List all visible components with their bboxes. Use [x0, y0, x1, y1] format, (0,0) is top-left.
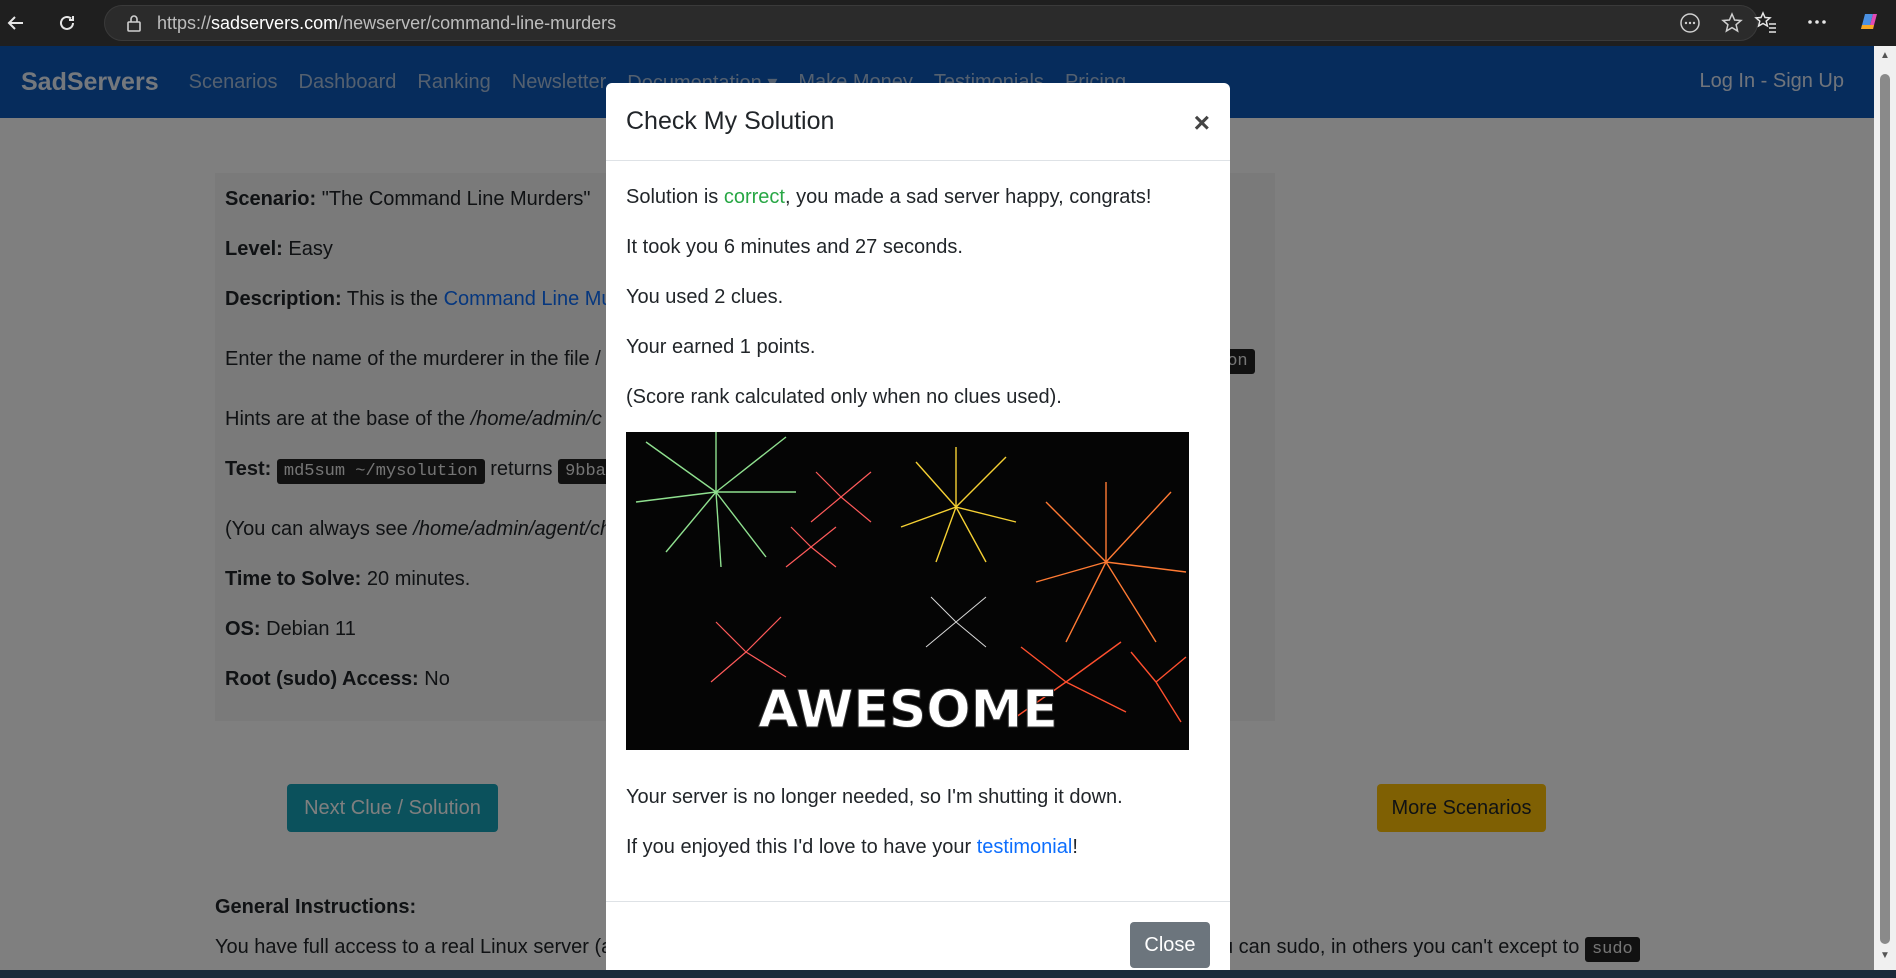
copilot-icon[interactable]	[1856, 9, 1882, 40]
menu-dots-icon[interactable]	[1806, 11, 1828, 38]
modal-footer: Close	[606, 901, 1230, 978]
check-solution-modal: Check My Solution × Solution is correct,…	[606, 83, 1230, 978]
taskbar-strip	[0, 970, 1896, 978]
modal-title: Check My Solution	[626, 107, 835, 135]
url-text: https://sadservers.com/newserver/command…	[157, 12, 617, 33]
scroll-down-icon[interactable]: ▼	[1879, 950, 1891, 962]
star-icon[interactable]	[1721, 12, 1743, 39]
back-icon[interactable]	[2, 9, 30, 37]
fireworks-graphic: AWESOME	[626, 432, 1189, 750]
time-taken-line: It took you 6 minutes and 27 seconds.	[626, 236, 963, 258]
close-icon[interactable]: ×	[1194, 107, 1210, 139]
score-note-line: (Score rank calculated only when no clue…	[626, 386, 1062, 408]
modal-header: Check My Solution ×	[606, 83, 1230, 161]
address-bar[interactable]: https://sadservers.com/newserver/command…	[104, 5, 1758, 41]
more-options-circle-icon[interactable]	[1679, 12, 1701, 39]
clues-used-line: You used 2 clues.	[626, 286, 784, 308]
browser-toolbar: https://sadservers.com/newserver/command…	[0, 0, 1896, 46]
lock-icon	[123, 12, 145, 34]
refresh-icon[interactable]	[53, 9, 81, 37]
correct-status: correct	[723, 186, 785, 208]
testimonial-link[interactable]: testimonial	[977, 836, 1073, 858]
shutdown-line: Your server is no longer needed, so I'm …	[626, 786, 1123, 808]
page-scrollbar[interactable]: ▲ ▼	[1874, 46, 1896, 978]
testimonial-line: If you enjoyed this I'd love to have you…	[626, 836, 1078, 858]
points-line: Your earned 1 points.	[626, 336, 816, 358]
close-button[interactable]: Close	[1130, 922, 1210, 968]
scroll-thumb[interactable]	[1880, 74, 1890, 944]
favorites-icon[interactable]	[1754, 10, 1778, 39]
awesome-caption: AWESOME	[758, 680, 1058, 740]
fireworks-image: AWESOME	[626, 432, 1189, 750]
scroll-up-icon[interactable]: ▲	[1879, 50, 1891, 62]
result-line: Solution is correct, you made a sad serv…	[626, 186, 1152, 208]
